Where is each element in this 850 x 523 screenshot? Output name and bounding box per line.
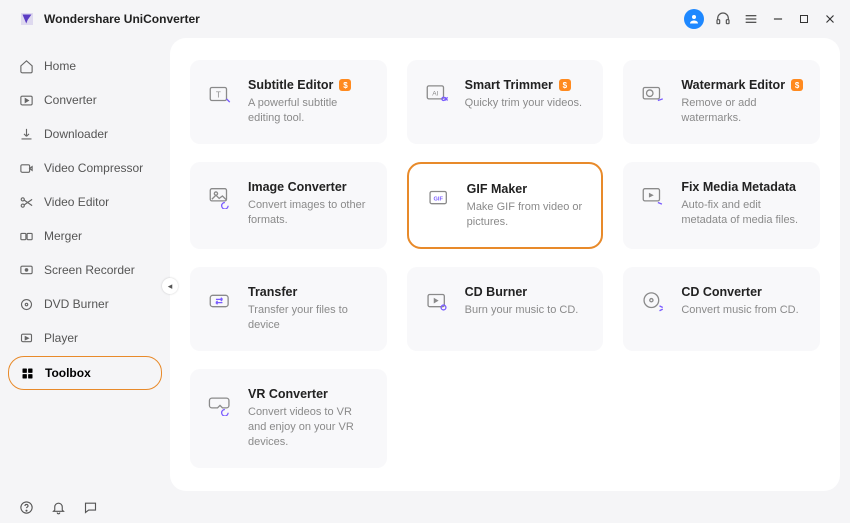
sidebar-item-label: Converter xyxy=(44,93,97,107)
record-icon xyxy=(18,262,34,278)
trimmer-icon: AI xyxy=(423,80,451,108)
sidebar-item-converter[interactable]: Converter xyxy=(8,84,162,116)
card-desc: Burn your music to CD. xyxy=(465,303,590,318)
disc-icon xyxy=(18,296,34,312)
tool-card-transfer[interactable]: Transfer Transfer your files to device xyxy=(190,267,387,351)
card-title: GIF Maker xyxy=(467,182,527,196)
merge-icon xyxy=(18,228,34,244)
tool-card-vr-converter[interactable]: VR Converter Convert videos to VR and en… xyxy=(190,369,387,468)
play-icon xyxy=(18,330,34,346)
sidebar-item-video-compressor[interactable]: Video Compressor xyxy=(8,152,162,184)
card-title: Transfer xyxy=(248,285,297,299)
card-desc: Remove or add watermarks. xyxy=(681,96,806,126)
sidebar-item-label: Merger xyxy=(44,229,82,243)
svg-text:T: T xyxy=(216,90,221,99)
svg-text:AI: AI xyxy=(432,91,438,98)
paid-badge: $ xyxy=(791,79,803,91)
card-desc: Convert images to other formats. xyxy=(248,198,373,228)
converter-icon xyxy=(18,92,34,108)
tool-card-smart-trimmer[interactable]: AI Smart Trimmer $ Quicky trim your video… xyxy=(407,60,604,144)
gif-icon: GIF xyxy=(425,184,453,212)
tool-card-fix-metadata[interactable]: Fix Media Metadata Auto-fix and edit met… xyxy=(623,162,820,250)
sidebar-item-downloader[interactable]: Downloader xyxy=(8,118,162,150)
headset-icon[interactable] xyxy=(714,10,732,28)
card-title: Fix Media Metadata xyxy=(681,180,796,194)
card-desc: Transfer your files to device xyxy=(248,303,373,333)
card-desc: Make GIF from video or pictures. xyxy=(467,200,588,230)
sidebar-item-screen-recorder[interactable]: Screen Recorder xyxy=(8,254,162,286)
card-title: Subtitle Editor xyxy=(248,78,333,92)
help-icon[interactable] xyxy=(18,499,34,515)
home-icon xyxy=(18,58,34,74)
tool-grid: T Subtitle Editor $ A powerful subtitle e… xyxy=(190,60,820,468)
sidebar-item-dvd-burner[interactable]: DVD Burner xyxy=(8,288,162,320)
sidebar-item-label: Downloader xyxy=(44,127,108,141)
titlebar-left: Wondershare UniConverter xyxy=(18,10,200,28)
paid-badge: $ xyxy=(559,79,571,91)
collapse-sidebar-button[interactable]: ◂ xyxy=(162,278,178,294)
sidebar-item-label: Video Compressor xyxy=(44,161,143,175)
card-desc: Convert videos to VR and enjoy on your V… xyxy=(248,405,373,450)
main-panel: T Subtitle Editor $ A powerful subtitle e… xyxy=(170,38,840,491)
account-icon[interactable] xyxy=(684,9,704,29)
cd-burner-icon xyxy=(423,287,451,315)
titlebar-right xyxy=(684,9,838,29)
app-logo-icon xyxy=(18,10,36,28)
vr-icon xyxy=(206,389,234,417)
toolbox-icon xyxy=(19,365,35,381)
sidebar-item-label: Player xyxy=(44,331,78,345)
metadata-icon xyxy=(639,182,667,210)
card-title: Smart Trimmer xyxy=(465,78,553,92)
card-title: VR Converter xyxy=(248,387,328,401)
card-title: Image Converter xyxy=(248,180,347,194)
scissors-icon xyxy=(18,194,34,210)
card-desc: Auto-fix and edit metadata of media file… xyxy=(681,198,806,228)
tool-card-cd-converter[interactable]: CD Converter Convert music from CD. xyxy=(623,267,820,351)
card-title: Watermark Editor xyxy=(681,78,785,92)
titlebar: Wondershare UniConverter xyxy=(0,0,850,38)
card-desc: Convert music from CD. xyxy=(681,303,806,318)
card-title: CD Burner xyxy=(465,285,528,299)
sidebar-item-player[interactable]: Player xyxy=(8,322,162,354)
app-title: Wondershare UniConverter xyxy=(44,12,200,26)
tool-card-gif-maker[interactable]: GIF GIF Maker Make GIF from video or pic… xyxy=(407,162,604,250)
minimize-button[interactable] xyxy=(770,11,786,27)
paid-badge: $ xyxy=(339,79,351,91)
sidebar-item-merger[interactable]: Merger xyxy=(8,220,162,252)
sidebar-item-toolbox[interactable]: Toolbox xyxy=(8,356,162,390)
feedback-icon[interactable] xyxy=(82,499,98,515)
sidebar-item-video-editor[interactable]: Video Editor xyxy=(8,186,162,218)
tool-card-cd-burner[interactable]: CD Burner Burn your music to CD. xyxy=(407,267,604,351)
bell-icon[interactable] xyxy=(50,499,66,515)
tool-card-image-converter[interactable]: Image Converter Convert images to other … xyxy=(190,162,387,250)
footer xyxy=(0,491,170,523)
subtitle-icon: T xyxy=(206,80,234,108)
close-button[interactable] xyxy=(822,11,838,27)
tool-card-subtitle-editor[interactable]: T Subtitle Editor $ A powerful subtitle e… xyxy=(190,60,387,144)
sidebar: Home Converter Downloader Video Compress… xyxy=(0,38,170,491)
menu-icon[interactable] xyxy=(742,10,760,28)
svg-text:GIF: GIF xyxy=(433,196,443,202)
card-desc: A powerful subtitle editing tool. xyxy=(248,96,373,126)
tool-card-watermark-editor[interactable]: Watermark Editor $ Remove or add watermar… xyxy=(623,60,820,144)
watermark-icon xyxy=(639,80,667,108)
image-icon xyxy=(206,182,234,210)
download-icon xyxy=(18,126,34,142)
sidebar-item-label: DVD Burner xyxy=(44,297,109,311)
card-title: CD Converter xyxy=(681,285,762,299)
sidebar-item-label: Toolbox xyxy=(45,366,91,380)
cd-converter-icon xyxy=(639,287,667,315)
sidebar-item-home[interactable]: Home xyxy=(8,50,162,82)
sidebar-item-label: Screen Recorder xyxy=(44,263,135,277)
sidebar-item-label: Home xyxy=(44,59,76,73)
compress-icon xyxy=(18,160,34,176)
card-desc: Quicky trim your videos. xyxy=(465,96,590,111)
maximize-button[interactable] xyxy=(796,11,812,27)
container: Home Converter Downloader Video Compress… xyxy=(0,38,850,491)
transfer-icon xyxy=(206,287,234,315)
sidebar-item-label: Video Editor xyxy=(44,195,109,209)
